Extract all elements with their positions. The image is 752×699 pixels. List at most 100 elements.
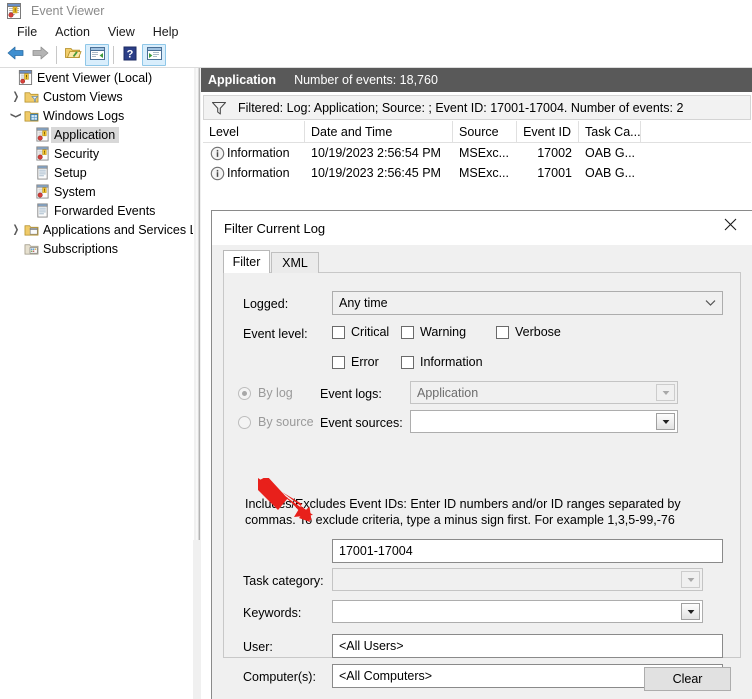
checkbox-box[interactable] [332,355,345,369]
checkbox-box[interactable] [401,325,414,339]
sidebar-item-setup[interactable]: Setup [0,163,193,182]
show-action-pane-button[interactable] [142,43,166,66]
event-ids-help-text: Includes/Excludes Event IDs: Enter ID nu… [245,497,681,527]
tab-xml[interactable]: XML [271,252,319,273]
back-button[interactable] [4,44,28,66]
radio-by-source[interactable]: By source [238,415,314,429]
information-icon [210,146,225,161]
checkbox-error[interactable]: Error [332,355,379,369]
content-vertical-scrollbar[interactable] [193,540,201,699]
checkbox-box[interactable] [332,325,345,339]
menu-action[interactable]: Action [46,23,99,41]
column-header-event-id[interactable]: Event ID [517,121,579,142]
sidebar-item-custom-views[interactable]: Custom Views [0,87,193,106]
log-header: Application Number of events: 18,760 [201,68,752,92]
toolbar: ? [0,42,752,68]
cell-level-text: Information [227,166,290,180]
chevron-right-icon[interactable] [8,220,23,239]
filter-current-log-dialog: Filter Current Log Filter XML Logged: An… [211,210,752,699]
keywords-dropdown[interactable] [332,600,703,623]
column-header-date-and-time[interactable]: Date and Time [305,121,453,142]
event-sources-label: Event sources: [320,416,403,430]
chevron-down-icon[interactable] [681,603,700,620]
event-logs-dropdown[interactable]: Application [410,381,678,404]
sidebar-item-label: Custom Views [43,89,123,104]
sidebar-item-windows-logs[interactable]: Windows Logs [0,106,193,125]
cell-event-id: 17002 [537,146,572,160]
logged-dropdown[interactable]: Any time [332,291,723,315]
cell-task-category: OAB G... [585,166,636,180]
event-viewer-icon [6,3,22,19]
table-row[interactable]: Information 10/19/2023 2:56:45 PM MSExc.… [203,163,751,183]
help-button[interactable]: ? [118,44,142,66]
menu-file[interactable]: File [8,23,46,41]
event-level-label: Event level: [243,327,308,341]
checkbox-label: Information [420,355,483,369]
menu-bar: File Action View Help [0,22,752,42]
checkbox-label: Warning [420,325,467,339]
windows-logs-folder-icon [23,106,40,125]
chevron-down-icon[interactable] [656,413,675,430]
task-category-dropdown[interactable] [332,568,703,591]
column-header-level[interactable]: Level [203,121,305,142]
clear-button[interactable]: Clear [644,667,731,691]
show-hide-tree-button[interactable] [61,44,85,66]
event-ids-input[interactable] [332,539,723,563]
chevron-down-icon[interactable] [698,292,722,314]
sidebar-item-forwarded-events[interactable]: Forwarded Events [0,201,193,220]
app-services-folder-icon [23,220,40,239]
properties-button[interactable] [85,43,109,66]
svg-text:?: ? [127,48,134,60]
column-header-source[interactable]: Source [453,121,517,142]
chevron-down-icon[interactable] [681,571,700,588]
information-icon [210,166,225,181]
checkbox-critical[interactable]: Critical [332,325,389,339]
radio-by-log[interactable]: By log [238,386,293,400]
sidebar-item-subscriptions[interactable]: Subscriptions [0,239,193,258]
dialog-title-bar: Filter Current Log [212,211,752,245]
chevron-down-icon[interactable] [656,384,675,401]
sidebar-item-label: Security [54,146,100,161]
custom-views-folder-icon [23,87,40,106]
toolbar-separator-1 [56,45,57,64]
column-header-task-category[interactable]: Task Ca... [579,121,641,142]
log-event-count: Number of events: 18,760 [294,73,438,87]
active-filter-text: Filtered: Log: Application; Source: ; Ev… [238,100,684,115]
logged-label: Logged: [243,297,289,311]
checkbox-label: Critical [351,325,390,339]
radio-label: By log [258,386,293,400]
menu-view[interactable]: View [99,23,144,41]
sidebar-item-event-viewer-local[interactable]: Event Viewer (Local) [0,68,193,87]
table-row[interactable]: Information 10/19/2023 2:56:54 PM MSExc.… [203,143,751,163]
radio-circle[interactable] [238,415,251,429]
sidebar-item-label: Subscriptions [43,241,119,256]
checkbox-verbose[interactable]: Verbose [496,325,561,339]
question-mark-icon: ? [122,46,138,64]
close-button[interactable] [708,211,752,241]
checkbox-information[interactable]: Information [401,355,483,369]
window-title-bar: Event Viewer [0,0,752,22]
chevron-down-icon[interactable] [8,106,23,125]
checkbox-box[interactable] [496,325,509,339]
sidebar-item-security[interactable]: Security [0,144,193,163]
user-input[interactable] [332,634,723,658]
setup-log-icon [34,163,51,182]
computers-label: Computer(s): [243,670,316,684]
menu-help[interactable]: Help [144,23,188,41]
tab-filter[interactable]: Filter [223,250,270,273]
radio-circle[interactable] [238,386,251,400]
navigation-tree[interactable]: Event Viewer (Local) Custom Views Window… [0,68,193,699]
checkbox-warning[interactable]: Warning [401,325,466,339]
event-sources-dropdown[interactable] [410,410,678,433]
sidebar-item-applications-and-services-logs[interactable]: Applications and Services Lo [0,220,193,239]
forward-button[interactable] [28,44,52,66]
sidebar-item-label: Windows Logs [43,108,125,123]
sidebar-item-application[interactable]: Application [0,125,193,144]
sidebar-item-system[interactable]: System [0,182,193,201]
active-filter-bar[interactable]: Filtered: Log: Application; Source: ; Ev… [203,95,751,120]
cell-source: MSExc... [459,166,510,180]
checkbox-box[interactable] [401,355,414,369]
dialog-title: Filter Current Log [224,220,326,236]
cell-level-text: Information [227,146,290,160]
chevron-right-icon[interactable] [8,87,23,106]
